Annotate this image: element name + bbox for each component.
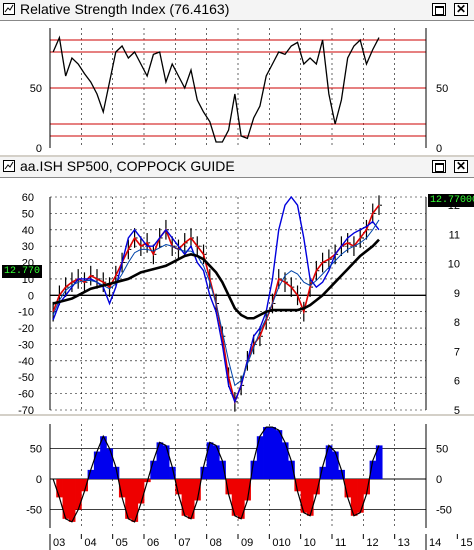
maximize-icon [435, 163, 444, 172]
price-y-tick-left: -10 [18, 307, 34, 319]
histogram-bar-positive [332, 451, 339, 480]
histogram-bar-negative [56, 479, 63, 498]
price-y-tick-left: -60 [18, 389, 34, 401]
histogram-bar-negative [300, 479, 308, 513]
rsi-y-tick-right: 50 [436, 83, 448, 95]
coppock-chart: 50 50 0 0 -50 -50 [26, 424, 452, 528]
price-chart: 6050403020100-10-20-30-40-50-60-70121110… [18, 192, 460, 414]
coppock-y-tick-right: 0 [436, 474, 442, 486]
last-price-badge-left: 12.770 [2, 265, 43, 278]
price-y-tick-left: -40 [18, 356, 34, 368]
x-tick-label: 12 [366, 537, 378, 549]
price-y-tick-left: 0 [28, 290, 34, 302]
maximize-button[interactable] [432, 3, 446, 16]
price-y-tick-right: 5 [454, 405, 460, 414]
price-y-tick-left: 50 [22, 208, 34, 220]
price-y-tick-right: 10 [448, 259, 460, 271]
close-button[interactable]: ✕ [454, 160, 468, 173]
chart-panel-icon[interactable] [3, 3, 15, 15]
price-y-tick-right: 11 [449, 229, 460, 241]
close-icon: ✕ [455, 159, 467, 173]
x-tick-label: 04 [84, 537, 96, 549]
rsi-chart: 50 50 0 0 [30, 28, 448, 155]
rsi-y-tick-left: 0 [36, 143, 42, 155]
histogram-bar-negative [75, 479, 82, 510]
rsi-y-tick-right: 0 [436, 143, 442, 155]
coppock-y-tick-right: -50 [436, 505, 452, 517]
histogram-bar-negative [357, 479, 364, 513]
price-y-tick-left: 30 [22, 241, 34, 253]
price-y-tick-left: 40 [22, 225, 34, 237]
x-tick-label: 14 [429, 537, 441, 549]
rsi-title: Relative Strength Index (76.4163) [20, 1, 230, 17]
x-tick-label: 11 [335, 537, 346, 549]
close-icon: ✕ [455, 2, 467, 16]
price-title-bar: aa.ISH SP500, COPPOCK GUIDE ✕ [0, 157, 474, 178]
price-y-tick-right: 6 [454, 376, 460, 388]
price-y-tick-right: 7 [454, 346, 460, 358]
x-tick-label: 08 [210, 537, 222, 549]
x-tick-label: 010 [272, 537, 290, 549]
x-tick-label: 15 [460, 537, 472, 549]
price-y-tick-left: -70 [18, 405, 34, 414]
histogram-bar-positive [269, 427, 276, 480]
x-tick-label: 03 [53, 537, 65, 549]
coppock-y-tick-left: -50 [26, 505, 42, 517]
price-y-tick-left: 60 [22, 192, 34, 204]
coppock-y-tick-left: 0 [36, 474, 42, 486]
close-button[interactable]: ✕ [454, 3, 468, 16]
x-tick-label: 06 [147, 537, 159, 549]
histogram-bar-positive [162, 445, 170, 480]
histogram-bar-positive [281, 442, 289, 480]
x-axis: 03 04 05 06 07 08 09 010 10 11 12 13 14 15 [0, 534, 474, 550]
x-tick-label: 09 [241, 537, 253, 549]
x-tick-label: 07 [178, 537, 190, 549]
histogram-bar-positive [263, 427, 270, 480]
price-y-tick-right: 8 [454, 317, 460, 329]
last-price-badge-right: 12.77000 [428, 194, 474, 207]
rsi-line [52, 35, 380, 143]
histogram-bar-negative [306, 479, 314, 516]
price-y-tick-left: -30 [18, 339, 34, 351]
x-tick-label: 05 [116, 537, 128, 549]
rsi-title-bar: Relative Strength Index (76.4163) ✕ [0, 0, 474, 21]
rsi-panel: Relative Strength Index (76.4163) ✕ 50 50… [0, 0, 474, 155]
price-panel: aa.ISH SP500, COPPOCK GUIDE ✕ 60 50 40 30 20… [0, 157, 474, 414]
chart-panel-icon[interactable] [3, 160, 15, 172]
maximize-button[interactable] [432, 160, 446, 173]
maximize-icon [435, 6, 444, 15]
histogram-bar-positive [275, 430, 283, 480]
coppock-panel: 50 50 0 0 -50 -50 [0, 416, 474, 534]
price-y-tick-left: -50 [18, 372, 34, 384]
x-axis-labels: 03 04 05 06 07 08 09 010 10 11 12 13 14 15 [49, 534, 473, 550]
x-tick-label: 10 [304, 537, 316, 549]
price-title: aa.ISH SP500, COPPOCK GUIDE [20, 158, 235, 174]
histogram-bar-negative [137, 479, 145, 504]
coppock-y-tick-left: 50 [30, 443, 42, 455]
x-tick-label: 13 [398, 537, 410, 549]
coppock-y-tick-right: 50 [436, 443, 448, 455]
histogram-bar-positive [325, 445, 333, 480]
histogram-bar-positive [206, 442, 214, 480]
price-y-tick-left: -20 [18, 323, 34, 335]
histogram-bar-positive [106, 448, 114, 480]
histogram-bar-positive [93, 451, 101, 480]
price-y-tick-right: 9 [454, 288, 460, 300]
histogram-bar-negative [68, 479, 76, 522]
rsi-y-tick-left: 50 [30, 83, 42, 95]
